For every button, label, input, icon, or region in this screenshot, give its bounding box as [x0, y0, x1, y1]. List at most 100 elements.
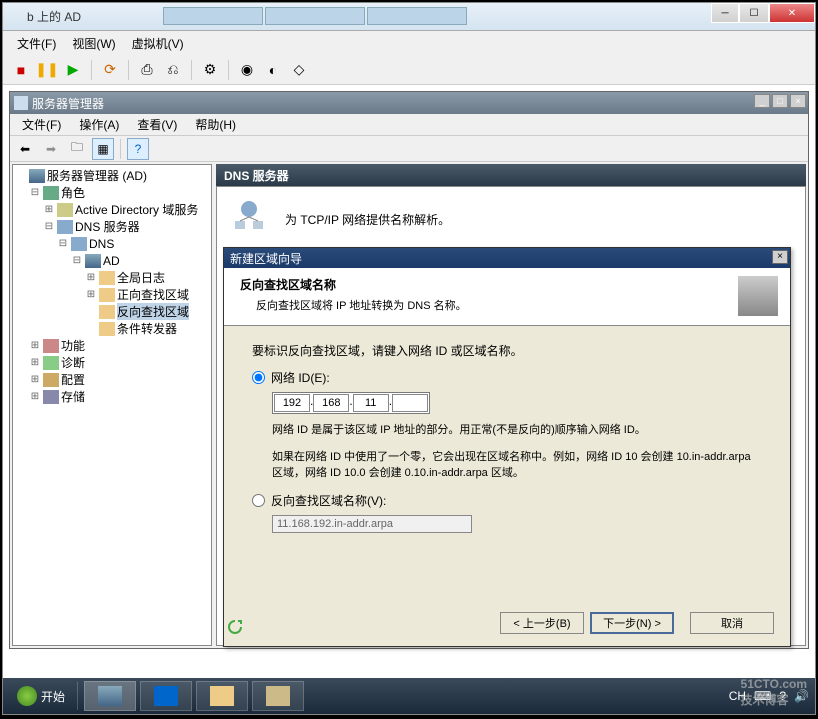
inner-window-title: 服务器管理器 [32, 95, 104, 112]
properties-icon[interactable]: 🗀 [66, 138, 88, 160]
inner-menu-action[interactable]: 操作(A) [71, 114, 127, 135]
radio-network-id-label: 网络 ID(E): [271, 369, 330, 386]
tree-features[interactable]: 功能 [61, 337, 85, 354]
inner-minimize-button[interactable]: _ [754, 94, 770, 108]
back-button[interactable]: < 上一步(B) [500, 612, 584, 634]
snapshot-icon[interactable]: ⎙ [137, 60, 157, 80]
radio-zone-name[interactable] [252, 494, 265, 507]
tree-toggle[interactable]: ⊞ [85, 289, 97, 301]
revert-icon[interactable]: ⎌ [163, 60, 183, 80]
back-icon[interactable]: ⬅ [14, 138, 36, 160]
tree-roles[interactable]: 角色 [61, 184, 85, 201]
help-icon[interactable]: ? [127, 138, 149, 160]
tree-root[interactable]: 服务器管理器 (AD) [47, 167, 147, 184]
tool3-icon[interactable]: ◐ [263, 60, 283, 80]
maximize-button[interactable]: ☐ [739, 3, 769, 23]
tool4-icon[interactable]: ◇ [289, 60, 309, 80]
outer-title-bar: b 上的 AD ─ ☐ ✕ [3, 3, 815, 31]
tree-dns-server[interactable]: DNS 服务器 [75, 218, 140, 235]
tree-ad-node[interactable]: AD [103, 254, 120, 268]
stop-icon[interactable]: ■ [11, 60, 31, 80]
log-icon [99, 271, 115, 285]
tree-toggle[interactable]: ⊞ [29, 340, 41, 352]
tree-toggle[interactable]: ⊟ [71, 255, 83, 267]
features-icon [43, 339, 59, 353]
zone-name-field [272, 515, 472, 533]
inner-close-button[interactable]: × [790, 94, 806, 108]
inner-menu-help[interactable]: 帮助(H) [187, 114, 244, 135]
taskbar: 开始 CH ⌨ ? 🔊 [3, 678, 815, 714]
ip-octet-3[interactable] [353, 394, 389, 412]
tray-help-icon[interactable]: ? [779, 689, 786, 703]
tool2-icon[interactable]: ◉ [237, 60, 257, 80]
tree-config[interactable]: 配置 [61, 371, 85, 388]
play-icon[interactable]: ▶ [63, 60, 83, 80]
tree-toggle[interactable]: ⊞ [29, 391, 41, 403]
browser-tab-2[interactable] [265, 7, 365, 25]
wizard-note-2: 如果在网络 ID 中使用了一个零，它会出现在区域名称中。例如，网络 ID 10 … [272, 449, 762, 482]
menu-view[interactable]: 视图(W) [66, 33, 121, 54]
tool1-icon[interactable]: ⚙ [200, 60, 220, 80]
inner-menu-file[interactable]: 文件(F) [14, 114, 69, 135]
browser-tab-3[interactable] [367, 7, 467, 25]
menu-file[interactable]: 文件(F) [11, 33, 62, 54]
wizard-header-icon [738, 276, 778, 316]
refresh-icon[interactable]: ⟳ [100, 60, 120, 80]
menu-vm[interactable]: 虚拟机(V) [126, 33, 190, 54]
lang-indicator[interactable]: CH [729, 689, 746, 703]
task-item-powershell[interactable] [140, 681, 192, 711]
tree-diagnostics[interactable]: 诊断 [61, 354, 85, 371]
forward-icon[interactable]: ➡ [40, 138, 62, 160]
tree-ad[interactable]: Active Directory 域服务 [75, 201, 198, 218]
tree-toggle[interactable]: ⊞ [29, 357, 41, 369]
storage-icon [43, 390, 59, 404]
wizard-header-sub: 反向查找区域将 IP 地址转换为 DNS 名称。 [240, 297, 774, 313]
tray-keyboard-icon[interactable]: ⌨ [754, 689, 771, 703]
inner-menu-view[interactable]: 查看(V) [129, 114, 185, 135]
pause-icon[interactable]: ❚❚ [37, 60, 57, 80]
cancel-button[interactable]: 取消 [690, 612, 774, 634]
next-button[interactable]: 下一步(N) > [590, 612, 674, 634]
minimize-button[interactable]: ─ [711, 3, 739, 23]
inner-title-bar: 服务器管理器 _ □ × [10, 92, 808, 114]
view-mode-icon[interactable]: ▦ [92, 138, 114, 160]
wizard-title: 新建区域向导 [230, 250, 302, 267]
ip-octet-1[interactable] [274, 394, 310, 412]
tree-toggle[interactable]: ⊟ [57, 238, 69, 250]
tree-toggle[interactable]: ⊞ [85, 272, 97, 284]
new-zone-wizard: 新建区域向导 × 反向查找区域名称 反向查找区域将 IP 地址转换为 DNS 名… [223, 247, 791, 647]
tree-panel: 服务器管理器 (AD) ⊟ 角色 ⊞ Active Directory 域服务 ⊟ D… [12, 164, 212, 646]
dns-icon [71, 237, 87, 251]
wizard-close-button[interactable]: × [772, 250, 788, 264]
tree-toggle[interactable]: ⊞ [43, 204, 55, 216]
tree-reverse-zone[interactable]: 反向查找区域 [117, 303, 189, 320]
inner-maximize-button[interactable]: □ [772, 94, 788, 108]
tray-volume-icon[interactable]: 🔊 [794, 689, 809, 703]
tree-toggle[interactable]: ⊟ [29, 187, 41, 199]
tree-dns[interactable]: DNS [89, 237, 114, 251]
start-button[interactable]: 开始 [9, 684, 73, 708]
tree-storage[interactable]: 存储 [61, 388, 85, 405]
tree-cond-forward[interactable]: 条件转发器 [117, 320, 177, 337]
ad-node-icon [85, 254, 101, 268]
tree-forward-zone[interactable]: 正向查找区域 [117, 286, 189, 303]
radio-network-id[interactable] [252, 371, 265, 384]
ip-octet-2[interactable] [313, 394, 349, 412]
outer-toolbar: ■ ❚❚ ▶ ⟳ ⎙ ⎌ ⚙ ◉ ◐ ◇ [3, 55, 815, 85]
folder-icon [99, 322, 115, 336]
start-label: 开始 [41, 688, 65, 705]
close-button[interactable]: ✕ [769, 3, 815, 23]
server-icon [29, 169, 45, 183]
wizard-header-title: 反向查找区域名称 [240, 276, 774, 293]
tree-global-log[interactable]: 全局日志 [117, 269, 165, 286]
task-item-server-manager[interactable] [84, 681, 136, 711]
wizard-prompt: 要标识反向查找区域，请键入网络 ID 或区域名称。 [252, 342, 762, 359]
tree-toggle[interactable]: ⊞ [29, 374, 41, 386]
ip-octet-4[interactable] [392, 394, 428, 412]
browser-tab-1[interactable] [163, 7, 263, 25]
task-item-explorer[interactable] [196, 681, 248, 711]
tree-toggle[interactable]: ⊟ [43, 221, 55, 233]
task-item-app[interactable] [252, 681, 304, 711]
refresh-indicator-icon [227, 619, 243, 635]
wizard-title-bar: 新建区域向导 × [224, 248, 790, 268]
